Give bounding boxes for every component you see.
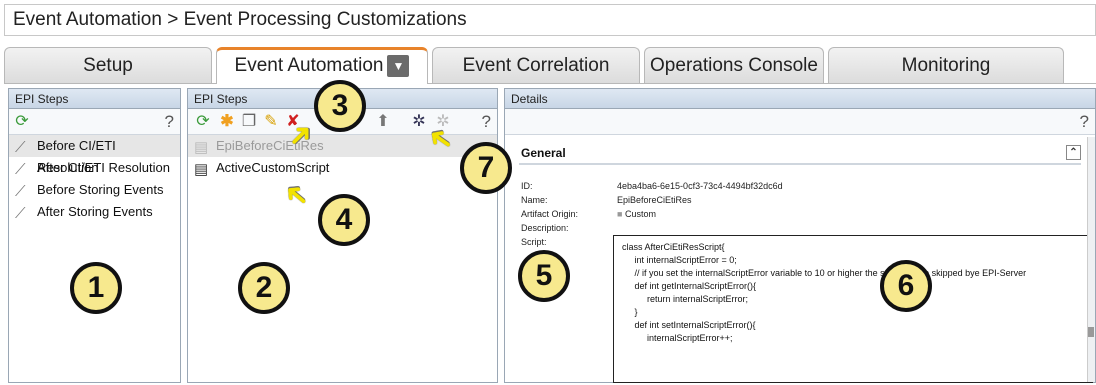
script-editor[interactable]: class AfterCiEtiResScript{ int internalS… [613, 235, 1093, 383]
refresh-icon[interactable]: ⟳ [194, 113, 212, 131]
script-line: class AfterCiEtiResScript{ [622, 242, 725, 252]
name-label: Name: [521, 195, 548, 205]
tab-event-automation-label: Event Automation [234, 55, 384, 76]
script-line: def int setInternalScriptError(){ [622, 320, 756, 330]
origin-label: Artifact Origin: [521, 209, 579, 219]
callout-badge: 4 [318, 194, 370, 246]
collapse-icon[interactable]: ⌃ [1066, 145, 1081, 160]
name-value: EpiBeforeCiEtiRes [617, 195, 692, 205]
callout-badge: 2 [238, 262, 290, 314]
tab-monitoring[interactable]: Monitoring [828, 47, 1064, 83]
tab-setup[interactable]: Setup [4, 47, 212, 83]
id-value: 4eba4ba6-6e15-0cf3-73c4-4494bf32dc6d [617, 181, 783, 191]
tab-event-automation[interactable]: Event Automation ▼ [216, 47, 428, 84]
description-label: Description: [521, 223, 569, 233]
callout-badge: 3 [314, 80, 366, 132]
tab-event-correlation[interactable]: Event Correlation [432, 47, 640, 83]
refresh-icon[interactable]: ⟳ [13, 113, 31, 131]
script-icon: ▤ [194, 139, 209, 156]
origin-value: ■ Custom [617, 209, 656, 219]
move-up-icon[interactable]: ⬆ [374, 113, 392, 131]
script-label: Script: [521, 237, 547, 247]
details-scrollbar[interactable] [1087, 137, 1095, 382]
origin-value-text: Custom [624, 209, 656, 219]
callout-badge: 6 [880, 260, 932, 312]
step-icon: ⟋ [15, 183, 26, 200]
id-label: ID: [521, 181, 533, 191]
page-breadcrumb: Event Automation > Event Processing Cust… [4, 4, 1096, 36]
list-item[interactable]: ⟋ After CI/ETI Resolution [9, 157, 180, 179]
help-icon[interactable]: ? [482, 112, 491, 132]
list-item-label: After CI/ETI Resolution [37, 160, 170, 175]
script-line: return internalScriptError; [622, 294, 749, 304]
script-line: int internalScriptError = 0; [622, 255, 737, 265]
tab-operations-console[interactable]: Operations Console [644, 47, 824, 83]
help-icon[interactable]: ? [165, 112, 174, 132]
epi-steps-panel-left: EPI Steps ⟳ ? ⟋ Before CI/ETI Resolution … [8, 88, 181, 383]
section-title: General [521, 146, 566, 160]
scrollbar-thumb[interactable] [1088, 327, 1094, 337]
section-header: General ⌃ [519, 141, 1081, 165]
list-item[interactable]: ⟋ After Storing Events [9, 201, 180, 223]
main-tabs: Setup Event Automation ▼ Event Correlatio… [0, 47, 1096, 84]
list-item[interactable]: ⟋ Before Storing Events [9, 179, 180, 201]
step-icon: ⟋ [15, 139, 26, 156]
help-icon[interactable]: ? [1080, 112, 1089, 132]
step-icon: ⟋ [15, 161, 26, 178]
gear-icon[interactable]: ✲ [410, 113, 428, 131]
panel-title: Details [505, 89, 1095, 109]
list-item[interactable]: ▤ ActiveCustomScript [188, 157, 497, 179]
list-item-label: ActiveCustomScript [216, 160, 330, 175]
script-line: } [622, 307, 638, 317]
callout-badge: 5 [518, 250, 570, 302]
copy-icon[interactable]: ❐ [240, 113, 258, 131]
callout-badge: 7 [460, 142, 512, 194]
details-toolbar: ? [505, 109, 1095, 135]
script-line: // if you set the internalScriptError va… [622, 268, 1027, 278]
edit-icon[interactable]: ✎ [262, 113, 280, 131]
list-item-label: Before Storing Events [37, 182, 164, 197]
callout-badge: 1 [70, 262, 122, 314]
step-icon: ⟋ [15, 205, 26, 222]
list-item[interactable]: ⟋ Before CI/ETI Resolution [9, 135, 180, 175]
script-active-icon: ▤ [194, 161, 209, 178]
script-line: internalScriptError++; [622, 333, 733, 343]
panel-title: EPI Steps [9, 89, 180, 109]
custom-square-icon: ■ [617, 209, 623, 219]
script-line: def int getInternalScriptError(){ [622, 281, 757, 291]
details-panel: Details ? General ⌃ ID: 4eba4ba6-6e15-0c… [504, 88, 1096, 383]
left-toolbar: ⟳ ? [9, 109, 180, 135]
dropdown-arrow-icon[interactable]: ▼ [387, 54, 410, 77]
add-icon[interactable]: ✱ [218, 113, 236, 131]
list-item-label: After Storing Events [37, 204, 153, 219]
